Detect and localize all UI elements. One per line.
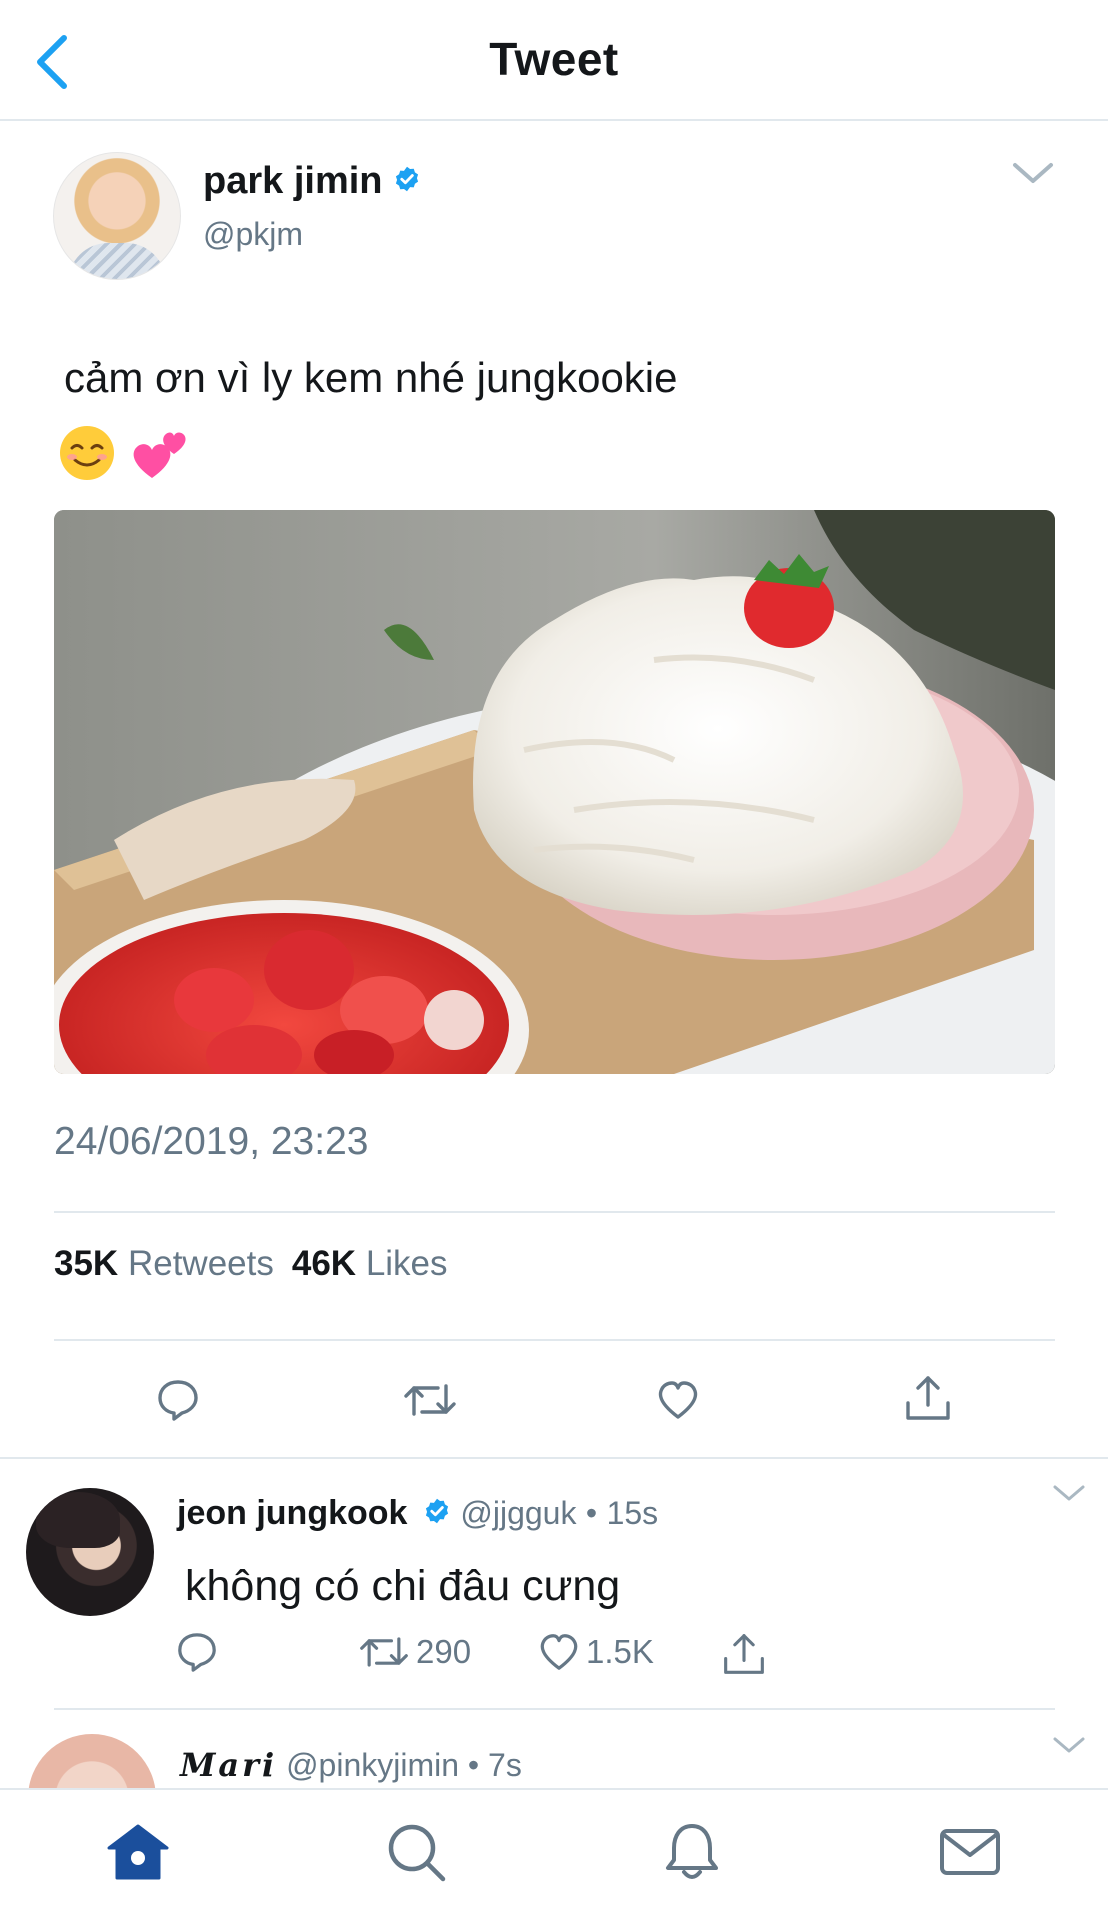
reply-retweet-button[interactable]: 290 <box>358 1631 471 1677</box>
reply-reply-button[interactable] <box>176 1631 218 1677</box>
author-handle: @pkjm <box>203 216 304 252</box>
share-icon[interactable] <box>904 1373 952 1423</box>
retweet-icon <box>360 1637 408 1667</box>
retweet-label: Retweets <box>127 1244 274 1283</box>
reply-share-button[interactable] <box>722 1631 766 1677</box>
author-name-row[interactable]: park jimin <box>203 160 421 203</box>
home-icon <box>107 1824 169 1880</box>
tab-home[interactable] <box>98 1812 178 1892</box>
tab-notifications[interactable] <box>652 1812 732 1892</box>
avatar-shirt-detail <box>68 243 166 279</box>
tweet-photo[interactable] <box>54 510 1055 1074</box>
bottom-tab-bar <box>0 1788 1108 1920</box>
likes-stat[interactable]: 46K Likes <box>292 1244 448 1283</box>
tweet-text: cảm ơn vì ly kem nhé jungkookie <box>64 354 678 401</box>
two-hearts-icon <box>128 424 190 487</box>
meta-separator: • <box>585 1495 598 1531</box>
share-icon <box>724 1634 764 1674</box>
tweet-detail-screen: Tweet park jimin @pkjm cảm ơn vì ly kem … <box>0 0 1108 1920</box>
section-divider <box>0 1457 1108 1459</box>
tweet-timestamp: 24/06/2019, 23:23 <box>54 1120 369 1163</box>
smiling-face-icon <box>58 424 116 487</box>
top-nav-bar: Tweet <box>0 0 1108 121</box>
reply-author-name[interactable]: jeon jungkook <box>177 1494 407 1532</box>
third-author-name[interactable]: Mari <box>180 1746 277 1784</box>
verified-badge-icon <box>395 166 418 192</box>
tweet-emoji-row <box>58 424 198 484</box>
third-menu-caret-icon[interactable] <box>1052 1734 1086 1756</box>
messages-icon <box>940 1829 1000 1875</box>
divider <box>54 1211 1055 1213</box>
retweets-stat[interactable]: 35K Retweets <box>54 1244 274 1283</box>
notifications-icon <box>666 1824 718 1879</box>
author-name: park jimin <box>203 160 383 202</box>
avatar-hair-detail <box>36 1492 120 1548</box>
divider <box>54 1339 1055 1341</box>
like-count: 46K <box>291 1244 357 1283</box>
reply-retweet-count: 290 <box>416 1633 472 1671</box>
shaved-ice-dessert-image <box>54 510 1055 1074</box>
reply-author-avatar[interactable] <box>26 1488 154 1616</box>
page-title: Tweet <box>489 33 619 85</box>
reply-like-button[interactable]: 1.5K <box>538 1631 654 1677</box>
tab-search[interactable] <box>376 1812 456 1892</box>
meta-separator: • <box>467 1747 480 1783</box>
like-icon <box>540 1634 578 1671</box>
author-avatar[interactable] <box>53 152 181 280</box>
third-tweet-header: Mari @pinkyjimin • 7s <box>180 1746 522 1784</box>
like-label: Likes <box>365 1244 448 1283</box>
third-author-handle: @pinkyjimin <box>286 1747 460 1783</box>
tab-messages[interactable] <box>930 1812 1010 1892</box>
reply-icon <box>178 1633 216 1673</box>
reply-author-handle: @jjgguk <box>460 1495 577 1531</box>
reply-time: 15s <box>606 1495 659 1531</box>
divider <box>54 1708 1055 1710</box>
third-time: 7s <box>488 1747 522 1783</box>
search-icon <box>388 1824 446 1882</box>
reply-like-count: 1.5K <box>586 1633 654 1671</box>
reply-header: jeon jungkook @jjgguk • 15s <box>177 1494 658 1533</box>
verified-badge-icon <box>425 1498 448 1524</box>
retweet-icon[interactable] <box>402 1380 458 1420</box>
reply-icon[interactable] <box>156 1378 200 1422</box>
tweet-menu-caret-icon[interactable] <box>1010 158 1056 188</box>
reply-menu-caret-icon[interactable] <box>1052 1482 1086 1504</box>
like-icon[interactable] <box>656 1378 700 1422</box>
tweet-stats-row: 35K Retweets 46K Likes <box>54 1244 448 1284</box>
retweet-count: 35K <box>54 1244 119 1283</box>
reply-text: không có chi đâu cưng <box>185 1562 621 1610</box>
